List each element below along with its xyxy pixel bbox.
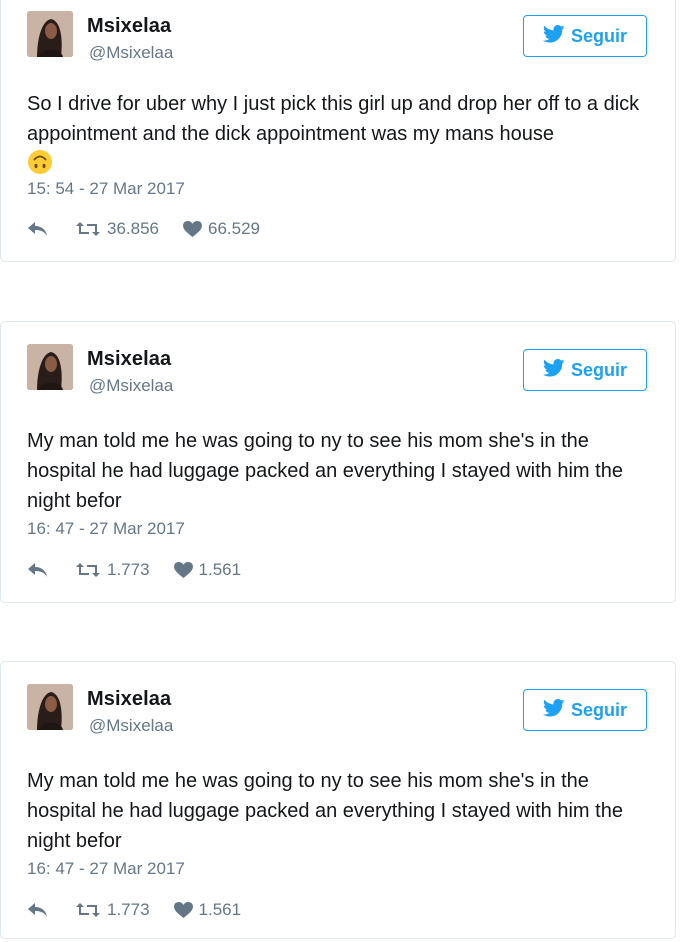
heart-icon (173, 901, 193, 919)
tweet-actions: 1.773 1.561 (27, 900, 241, 920)
follow-button-label: Seguir (570, 699, 627, 720)
tweet-card[interactable]: Msixelaa @Msixelaa Seguir My man told me… (0, 661, 676, 939)
tweet-card[interactable]: Msixelaa @Msixelaa Seguir My man told me… (0, 321, 676, 603)
display-name[interactable]: Msixelaa (87, 15, 171, 38)
heart-icon (173, 561, 193, 579)
avatar[interactable] (27, 344, 73, 390)
retweet-count: 1.773 (107, 560, 150, 579)
retweet-button[interactable]: 1.773 (75, 560, 150, 580)
retweet-count: 36.856 (107, 219, 159, 238)
like-count: 1.561 (198, 900, 242, 919)
retweet-button[interactable]: 36.856 (75, 219, 159, 239)
follow-button[interactable]: Seguir (523, 689, 647, 731)
twitter-bird-icon (542, 24, 565, 48)
tweet-actions: 1.773 1.561 (27, 560, 241, 580)
reply-button[interactable] (27, 221, 49, 237)
like-button[interactable]: 1.561 (173, 560, 242, 580)
tweet-card[interactable]: Msixelaa @Msixelaa Seguir So I drive for… (0, 0, 676, 262)
tweet-text-body: So I drive for uber why I just pick this… (27, 93, 640, 145)
like-count: 66.529 (208, 219, 260, 238)
reply-button[interactable] (27, 562, 49, 578)
retweet-icon (75, 902, 101, 918)
twitter-bird-icon (542, 358, 565, 382)
reply-button[interactable] (27, 902, 49, 918)
user-handle[interactable]: @Msixelaa (89, 43, 173, 63)
tweet-timestamp[interactable]: 15: 54 - 27 Mar 2017 (27, 179, 185, 199)
tweet-text: My man told me he was going to ny to see… (27, 430, 623, 512)
follow-button[interactable]: Seguir (523, 349, 647, 391)
tweet-timestamp[interactable]: 16: 47 - 27 Mar 2017 (27, 519, 185, 539)
tweet-timestamp[interactable]: 16: 47 - 27 Mar 2017 (27, 859, 185, 879)
user-handle[interactable]: @Msixelaa (89, 716, 173, 736)
retweet-icon (75, 562, 101, 578)
user-handle[interactable]: @Msixelaa (89, 376, 173, 396)
reply-icon (27, 221, 49, 237)
retweet-button[interactable]: 1.773 (75, 900, 150, 920)
like-button[interactable]: 1.561 (173, 900, 242, 920)
follow-button-label: Seguir (570, 25, 627, 46)
display-name[interactable]: Msixelaa (87, 688, 171, 711)
retweet-icon (75, 221, 101, 237)
heart-icon (183, 220, 202, 238)
avatar[interactable] (27, 11, 73, 57)
like-button[interactable]: 66.529 (183, 219, 260, 239)
display-name[interactable]: Msixelaa (87, 348, 171, 371)
avatar[interactable] (27, 684, 73, 730)
follow-button[interactable]: Seguir (523, 15, 647, 57)
tweet-feed: Msixelaa @Msixelaa Seguir So I drive for… (0, 0, 680, 942)
reply-icon (27, 902, 49, 918)
tweet-actions: 36.856 66.529 (27, 219, 260, 239)
reply-icon (27, 562, 49, 578)
retweet-count: 1.773 (107, 900, 150, 919)
like-count: 1.561 (198, 560, 242, 579)
tweet-text: So I drive for uber why I just pick this… (27, 89, 651, 180)
twitter-bird-icon (542, 698, 565, 722)
follow-button-label: Seguir (570, 359, 627, 380)
tweet-text: My man told me he was going to ny to see… (27, 770, 623, 852)
upside-down-face-icon (27, 149, 53, 175)
